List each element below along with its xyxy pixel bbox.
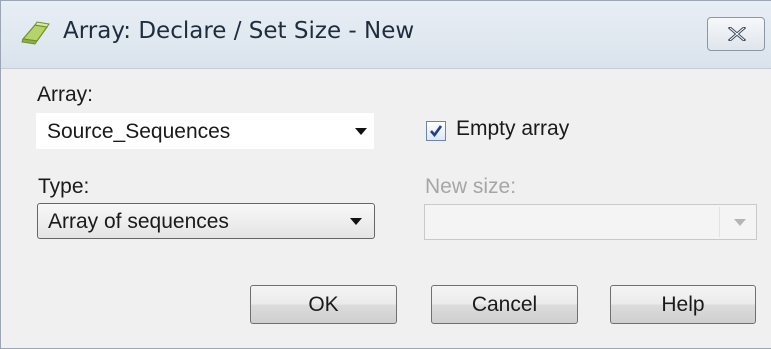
close-button[interactable] — [707, 17, 765, 51]
close-icon — [728, 27, 746, 41]
empty-array-label: Empty array — [456, 117, 570, 140]
empty-array-checkbox[interactable] — [426, 121, 446, 141]
title-bar[interactable]: Array: Declare / Set Size - New — [1, 1, 771, 69]
ok-button[interactable]: OK — [250, 285, 397, 324]
help-button[interactable]: Help — [610, 285, 756, 324]
array-select-value: Source_Sequences — [47, 120, 231, 143]
chevron-down-icon — [734, 219, 746, 226]
chevron-down-icon — [350, 218, 362, 225]
array-label: Array: — [37, 83, 94, 106]
chevron-down-icon — [355, 128, 367, 135]
window-title: Array: Declare / Set Size - New — [63, 18, 415, 44]
new-size-select[interactable] — [424, 204, 757, 240]
cancel-button[interactable]: Cancel — [431, 285, 578, 324]
dialog-window: Array: Declare / Set Size - New Array: S… — [0, 0, 771, 349]
type-select-value: Array of sequences — [48, 210, 229, 233]
array-select[interactable]: Source_Sequences — [36, 113, 374, 149]
type-label: Type: — [38, 175, 90, 198]
new-size-label: New size: — [425, 175, 517, 198]
array-edit-icon — [21, 21, 51, 45]
combo-divider — [719, 207, 720, 237]
checkmark-icon — [430, 125, 443, 138]
type-select[interactable]: Array of sequences — [37, 203, 375, 239]
